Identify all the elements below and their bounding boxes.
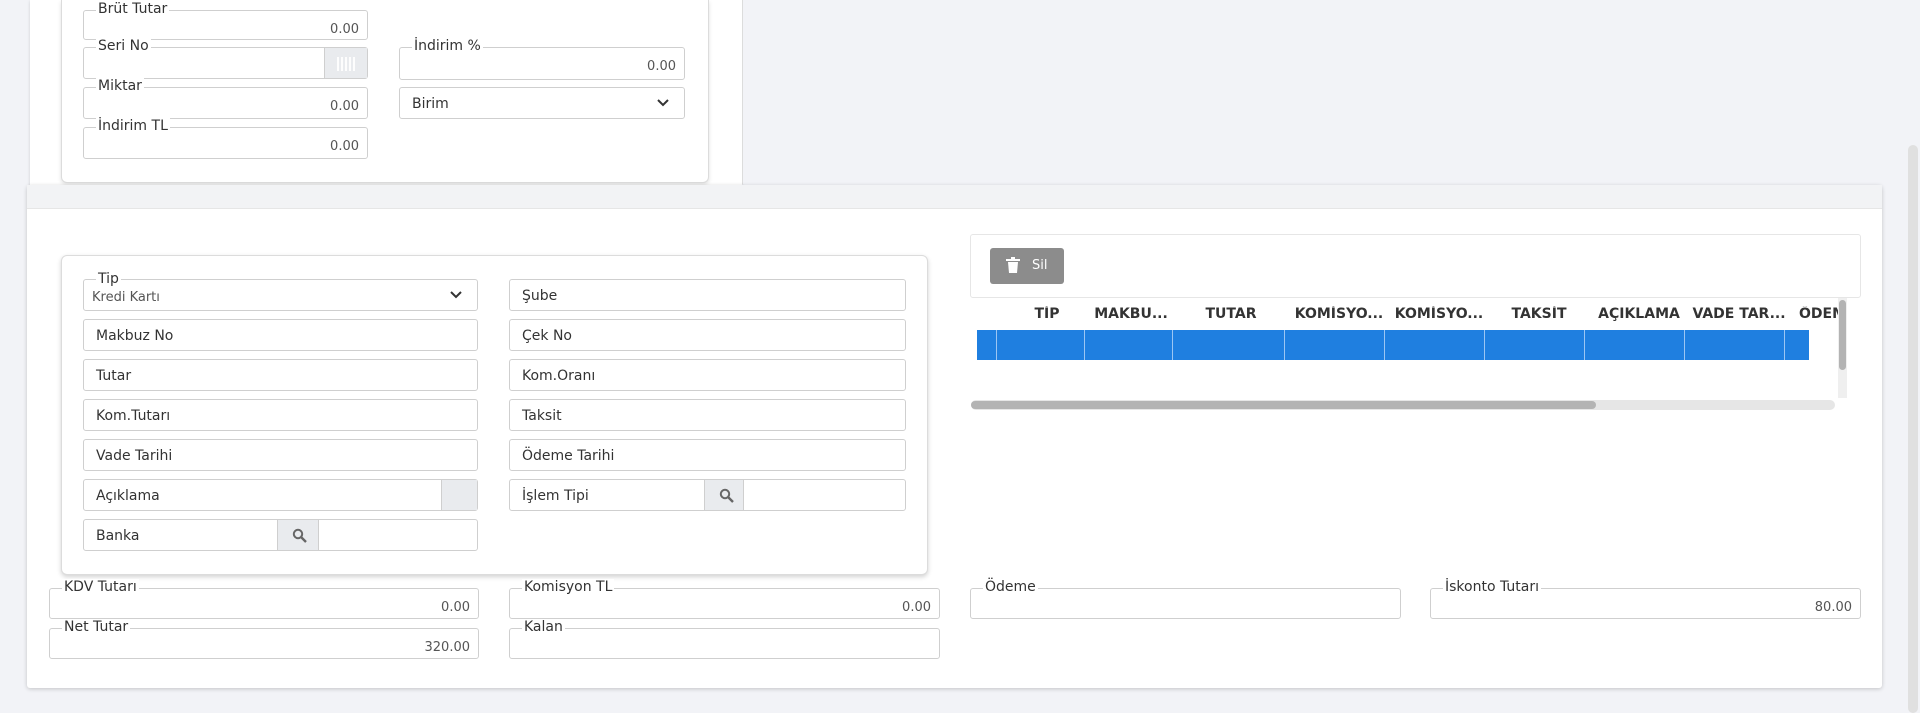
net-tutar-label: Net Tutar (62, 619, 131, 635)
column-header-taksit[interactable]: TAKSİT (1489, 306, 1589, 322)
iskonto-tutari-field[interactable]: İskonto Tutarı 80.00 (1430, 579, 1861, 619)
miktar-field[interactable]: Miktar 0.00 (83, 78, 368, 119)
brut-tutar-label: Brüt Tutar (96, 1, 170, 17)
kom-tutari-field[interactable]: Kom.Tutarı (83, 399, 478, 431)
komisyon-tl-value: 0.00 (902, 600, 931, 615)
banka-field[interactable]: Banka (83, 519, 478, 551)
delete-button[interactable]: Sil (990, 248, 1064, 284)
vade-tarihi-label: Vade Tarihi (96, 448, 173, 464)
kdv-tutari-value: 0.00 (441, 600, 470, 615)
barcode-icon (337, 57, 357, 71)
grid-vertical-scrollbar[interactable] (1838, 298, 1847, 398)
indirim-yuzde-field[interactable]: İndirim % 0.00 (399, 38, 685, 80)
miktar-label: Miktar (96, 78, 144, 94)
kdv-tutari-label: KDV Tutarı (62, 579, 139, 595)
kom-orani-label: Kom.Oranı (522, 368, 596, 384)
table-cell (1784, 330, 1785, 360)
scroll-thumb[interactable] (1839, 300, 1846, 370)
aciklama-field[interactable]: Açıklama (83, 479, 478, 511)
aciklama-label: Açıklama (96, 488, 160, 504)
sube-field[interactable]: Şube (509, 279, 906, 311)
page-vertical-scrollbar[interactable] (1908, 145, 1918, 713)
table-cell (1584, 330, 1585, 360)
cek-no-label: Çek No (522, 328, 572, 344)
odeme-field[interactable]: Ödeme (970, 579, 1401, 619)
brut-tutar-field[interactable]: Brüt Tutar 0.00 (83, 1, 368, 40)
taksit-label: Taksit (522, 408, 562, 424)
iskonto-tutari-label: İskonto Tutarı (1443, 579, 1541, 595)
column-header-makbuz[interactable]: MAKBU... (1088, 306, 1174, 322)
tip-label: Tip (96, 271, 121, 287)
seri-no-field[interactable]: Seri No (83, 38, 368, 79)
cek-no-field[interactable]: Çek No (509, 319, 906, 351)
net-tutar-value: 320.00 (424, 640, 471, 655)
indirim-tl-label: İndirim TL (96, 118, 170, 134)
search-icon (292, 528, 307, 543)
vade-tarihi-field[interactable]: Vade Tarihi (83, 439, 478, 471)
table-cell (996, 330, 997, 360)
odeme-label: Ödeme (983, 579, 1038, 595)
birim-select[interactable]: Birim (399, 87, 685, 119)
odeme-tarihi-field[interactable]: Ödeme Tarihi (509, 439, 906, 471)
banka-label: Banka (96, 528, 140, 544)
table-cell (1284, 330, 1285, 360)
tutar-field[interactable]: Tutar (83, 359, 478, 391)
seri-no-label: Seri No (96, 38, 151, 54)
makbuz-no-label: Makbuz No (96, 328, 174, 344)
table-cell (1484, 330, 1485, 360)
chevron-down-icon (657, 99, 669, 107)
kdv-tutari-field[interactable]: KDV Tutarı 0.00 (49, 579, 479, 619)
column-header-tutar[interactable]: TUTAR (1175, 306, 1287, 322)
islem-tipi-field[interactable]: İşlem Tipi (509, 479, 906, 511)
column-header-tip[interactable]: TİP (997, 306, 1097, 322)
grid-horizontal-scrollbar[interactable] (971, 400, 1835, 410)
scroll-thumb[interactable] (971, 401, 1596, 409)
table-cell (1084, 330, 1085, 360)
seri-no-barcode-button[interactable] (324, 48, 367, 78)
islem-tipi-label: İşlem Tipi (522, 488, 589, 504)
payments-grid: TİP MAKBU... TUTAR KOMİSYO... KOMİSYO...… (971, 298, 1845, 410)
makbuz-no-field[interactable]: Makbuz No (83, 319, 478, 351)
table-row[interactable] (977, 330, 1809, 360)
tutar-label: Tutar (96, 368, 132, 384)
miktar-value: 0.00 (330, 99, 359, 114)
indirim-yuzde-label: İndirim % (412, 38, 483, 54)
kalan-field[interactable]: Kalan (509, 619, 940, 659)
chevron-down-icon (450, 291, 462, 299)
payment-panel-header (27, 185, 1882, 209)
grid-toolbar (970, 234, 1861, 298)
net-tutar-field[interactable]: Net Tutar 320.00 (49, 619, 479, 659)
birim-label: Birim (412, 96, 449, 112)
komisyon-tl-field[interactable]: Komisyon TL 0.00 (509, 579, 940, 619)
kom-tutari-label: Kom.Tutarı (96, 408, 171, 424)
aciklama-addon-button[interactable] (441, 480, 477, 510)
kom-orani-field[interactable]: Kom.Oranı (509, 359, 906, 391)
column-header-odeme[interactable]: ÖDEM (1789, 306, 1845, 322)
tip-value: Kredi Kartı (92, 290, 160, 305)
komisyon-tl-label: Komisyon TL (522, 579, 615, 595)
sube-label: Şube (522, 288, 558, 304)
column-header-komisyon-1[interactable]: KOMİSYO... (1289, 306, 1389, 322)
table-cell (1172, 330, 1173, 360)
tip-select[interactable]: Tip Kredi Kartı (83, 271, 478, 311)
table-cell (1684, 330, 1685, 360)
column-header-aciklama[interactable]: AÇIKLAMA (1589, 306, 1689, 322)
banka-search-button[interactable] (277, 520, 319, 550)
islem-tipi-search-button[interactable] (704, 480, 744, 510)
kalan-label: Kalan (522, 619, 565, 635)
upper-right-background (742, 0, 1908, 184)
brut-tutar-value: 0.00 (330, 22, 359, 37)
column-header-komisyon-2[interactable]: KOMİSYO... (1389, 306, 1489, 322)
iskonto-tutari-value: 80.00 (1814, 600, 1852, 615)
delete-button-label: Sil (1032, 258, 1048, 273)
indirim-yuzde-value: 0.00 (647, 59, 676, 74)
taksit-field[interactable]: Taksit (509, 399, 906, 431)
indirim-tl-value: 0.00 (330, 139, 359, 154)
trash-icon (1006, 257, 1020, 273)
indirim-tl-field[interactable]: İndirim TL 0.00 (83, 118, 368, 159)
column-header-vade-tarihi[interactable]: VADE TAR... (1689, 306, 1789, 322)
odeme-tarihi-label: Ödeme Tarihi (522, 448, 615, 464)
table-cell (1384, 330, 1385, 360)
search-icon (719, 488, 734, 503)
